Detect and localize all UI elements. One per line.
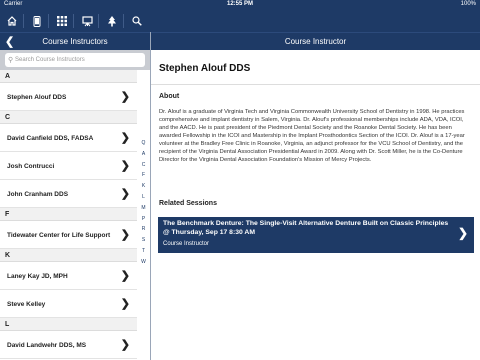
index-letter[interactable]: Q (137, 138, 150, 149)
chevron-right-icon: ❯ (120, 229, 130, 241)
chevron-right-icon: ❯ (120, 188, 130, 200)
list-item[interactable]: John Cranham DDS ❯ (0, 180, 137, 208)
about-heading: About (159, 93, 180, 100)
section-header-f: F (0, 208, 137, 221)
list-item[interactable]: David Canfield DDS, FADSA ❯ (0, 124, 137, 152)
status-bar: Carrier 12:55 PM 100% (0, 0, 480, 10)
section-header-k: K (0, 249, 137, 262)
index-letter[interactable]: M (137, 203, 150, 214)
section-header-c: C (0, 111, 137, 124)
session-card[interactable]: The Benchmark Denture: The Single-Visit … (158, 217, 474, 253)
instructor-title: Stephen Alouf DDS (159, 63, 251, 74)
index-letter[interactable]: S (137, 235, 150, 246)
index-letter[interactable]: A (137, 149, 150, 160)
toolbar-divider (48, 14, 49, 28)
instructor-detail-panel: Stephen Alouf DDS About Dr. Alouf is a g… (151, 50, 480, 360)
tree-icon[interactable] (103, 10, 121, 32)
about-text: Dr. Alouf is a graduate of Virginia Tech… (159, 109, 465, 163)
toolbar-divider (98, 14, 99, 28)
grid-icon[interactable] (53, 10, 71, 32)
instructor-name: David Landwehr DDS, MS (7, 342, 87, 349)
instructor-name: Stephen Alouf DDS (7, 94, 67, 101)
chevron-right-icon: ❯ (120, 339, 130, 351)
divider-line (151, 84, 480, 85)
top-toolbar (0, 10, 480, 32)
clock: 12:55 PM (226, 1, 253, 7)
instructor-name: John Cranham DDS (7, 191, 69, 198)
list-item[interactable]: Josh Contrucci ❯ (0, 152, 137, 180)
left-header: ❮ Course Instructors (0, 32, 150, 50)
index-letter[interactable]: F (137, 170, 150, 181)
chevron-right-icon: ❯ (120, 270, 130, 282)
list-item[interactable]: Tidewater Center for Life Support ❯ (0, 221, 137, 249)
toolbar-divider (73, 14, 74, 28)
index-letter[interactable]: C (137, 160, 150, 171)
list-item[interactable]: Stephen Alouf DDS ❯ (0, 83, 137, 111)
easel-icon[interactable] (78, 10, 96, 32)
instructor-name: Tidewater Center for Life Support (7, 232, 111, 239)
index-letter[interactable]: R (137, 224, 150, 235)
instructor-name: David Canfield DDS, FADSA (7, 135, 94, 142)
chevron-right-icon: ❯ (120, 91, 130, 103)
right-header-title: Course Instructor (284, 37, 347, 46)
section-header-a: A (0, 70, 137, 83)
battery-level: 100% (460, 1, 476, 7)
home-icon[interactable] (3, 10, 21, 32)
related-sessions-heading: Related Sessions (159, 200, 217, 207)
instructor-list-panel: ⚲ Search Course Instructors A Stephen Al… (0, 50, 150, 360)
search-input[interactable]: ⚲ Search Course Instructors (5, 53, 145, 67)
instructor-name: Josh Contrucci (7, 163, 55, 170)
toolbar-divider (23, 14, 24, 28)
instructor-name: Steve Kelley (7, 301, 46, 308)
index-letter[interactable]: W (137, 257, 150, 268)
instructor-name: Laney Kay JD, MPH (7, 273, 68, 280)
search-field-icon: ⚲ (8, 57, 14, 64)
list-item[interactable]: Laney Kay JD, MPH ❯ (0, 262, 137, 290)
phone-icon[interactable] (28, 10, 46, 32)
index-letter[interactable]: K (137, 181, 150, 192)
list-item[interactable]: David Landwehr DDS, MS ❯ (0, 331, 137, 359)
search-bar: ⚲ Search Course Instructors (0, 50, 150, 70)
section-header-l: L (0, 318, 137, 331)
toolbar-divider (123, 14, 124, 28)
instructor-list: A Stephen Alouf DDS ❯ C David Canfield D… (0, 70, 137, 359)
right-header: Course Instructor (151, 32, 480, 50)
index-letter[interactable]: P (137, 214, 150, 225)
alphabet-index[interactable]: Q A C F K L M P R S T W (137, 138, 150, 268)
search-icon[interactable] (128, 10, 146, 32)
chevron-right-icon: ❯ (120, 160, 130, 172)
list-item[interactable]: Steve Kelley ❯ (0, 290, 137, 318)
left-header-title: Course Instructors (42, 37, 108, 46)
session-role: Course Instructor (163, 241, 210, 247)
chevron-right-icon: ❯ (120, 132, 130, 144)
index-letter[interactable]: L (137, 192, 150, 203)
chevron-right-icon: ❯ (120, 298, 130, 310)
index-letter[interactable]: T (137, 246, 150, 257)
chevron-right-icon: ❯ (457, 226, 468, 240)
search-placeholder: Search Course Instructors (15, 57, 85, 63)
session-title: The Benchmark Denture: The Single-Visit … (163, 220, 449, 236)
